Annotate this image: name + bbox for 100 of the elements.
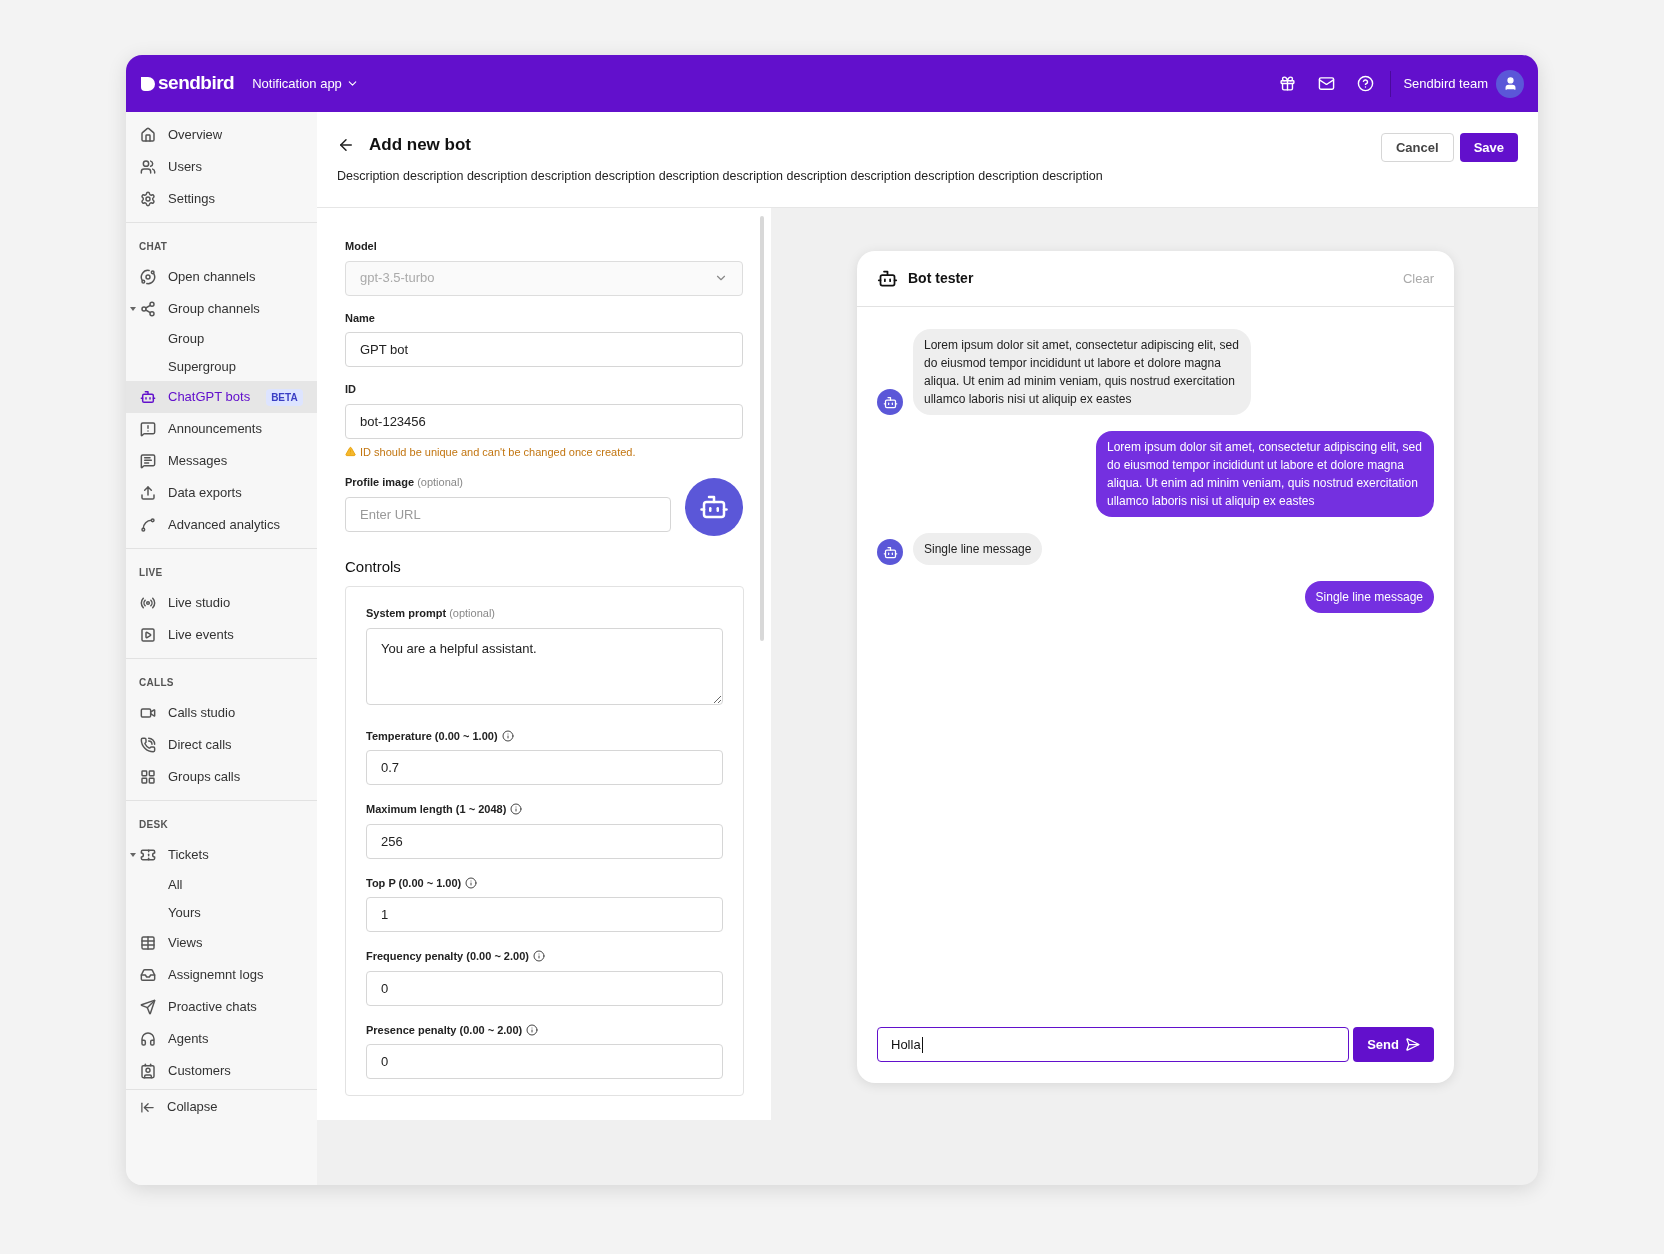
prompt-textarea[interactable]: You are a helpful assistant. [366, 627, 723, 705]
collapse-button[interactable]: Collapse [126, 1090, 317, 1124]
gift-icon[interactable] [1279, 75, 1297, 92]
chart-line-icon [140, 517, 156, 533]
robot-icon [882, 544, 898, 560]
field-label: Temperature (0.00 ~ 1.00) [366, 728, 498, 744]
bot-message: Lorem ipsum dolor sit amet, consectetur adipiscing elit, sed do eiusmod tempor incididunt ut labore et dolore magna aliqua. Ut enim ad minim veniam, quis nostrud exercitation ullamco laboris nisi ut aliquip ex eastes [913, 329, 1251, 415]
gear-icon [140, 191, 156, 207]
sidebar-item[interactable]: Direct calls [126, 729, 317, 761]
robot-icon [140, 389, 156, 405]
user-avatar[interactable] [1496, 69, 1524, 98]
logo-mark-icon [140, 75, 156, 92]
sidebar-item[interactable]: Live events [126, 619, 317, 651]
message-icon [140, 453, 156, 469]
sidebar-item[interactable]: Open channels [126, 261, 317, 293]
inbox-icon [140, 967, 156, 983]
sidebar-item[interactable]: Settings [126, 183, 317, 215]
sidebar-item[interactable]: Overview [126, 119, 317, 151]
logo-text: sendbird [158, 71, 235, 96]
video-camera-icon [140, 705, 156, 721]
beta-badge: BETA [266, 388, 303, 406]
table-icon [140, 935, 156, 951]
field-label: Presence penalty (0.00 ~ 2.00) [366, 1022, 523, 1038]
bot-message: Single line message [913, 533, 1043, 565]
page-description: Description description description description description description description description description description description description [337, 167, 1104, 185]
sidebar-item[interactable]: Messages [126, 445, 317, 477]
text-field[interactable]: 0 [366, 1044, 723, 1079]
card-title: Bot tester [908, 269, 974, 288]
field-label: Model [345, 239, 377, 254]
sidebar-item[interactable]: Calls studio [126, 697, 317, 729]
help-icon[interactable] [1357, 75, 1375, 92]
phone-icon [140, 737, 156, 753]
sidebar-item[interactable]: Agents [126, 1023, 317, 1055]
sidebar-item[interactable]: Proactive chats [126, 991, 317, 1023]
field-label: Top P (0.00 ~ 1.00) [366, 875, 462, 891]
sidebar-item[interactable]: Views [126, 927, 317, 959]
sidebar-item[interactable]: Customers [126, 1055, 317, 1087]
caret-down-icon[interactable] [130, 306, 136, 312]
section-title: Controls [345, 556, 402, 577]
warning-icon [345, 446, 356, 458]
person-icon [1502, 76, 1518, 91]
user-message: Single line message [1304, 581, 1434, 613]
bot-avatar[interactable] [685, 477, 743, 536]
sidebar-item[interactable]: Tickets [126, 839, 317, 871]
headphones-icon [140, 1031, 156, 1047]
sidebar-subitem[interactable]: Supergroup [126, 353, 317, 381]
sidebar-item[interactable]: Advanced analytics [126, 509, 317, 541]
field-label: Profile image (optional) [345, 475, 463, 490]
contact-card-icon [140, 1063, 156, 1079]
scrollbar[interactable] [760, 216, 764, 641]
mail-icon[interactable] [1318, 75, 1336, 92]
text-field[interactable]: GPT bot [345, 332, 743, 367]
robot-icon [882, 394, 898, 410]
section-heading: CHAT [138, 239, 169, 254]
alert-message-icon [140, 421, 156, 437]
section-heading: CALLS [138, 675, 175, 690]
user-name: Sendbird team [1403, 74, 1488, 93]
sidebar-item[interactable]: ChatGPT bots BETA [126, 381, 317, 413]
field-label: Maximum length (1 ~ 2048) [366, 802, 507, 817]
sidebar-item[interactable]: Live studio [126, 587, 317, 619]
grid-icon [140, 769, 156, 785]
nodes-icon [140, 301, 156, 317]
app-switcher[interactable]: Notification app [252, 73, 359, 94]
field-label: Frequency penalty (0.00 ~ 2.00) [366, 949, 529, 964]
text-field[interactable]: 0 [366, 970, 723, 1006]
sidebar-subitem[interactable]: Group [126, 325, 317, 353]
play-icon [140, 627, 156, 643]
section-heading: DESK [138, 817, 169, 832]
sidebar-item[interactable]: Group channels [126, 293, 317, 325]
robot-icon [877, 268, 898, 289]
paper-plane-icon [140, 999, 156, 1015]
field-label: Name [345, 310, 375, 326]
save-button[interactable]: Save [1459, 133, 1518, 162]
section-heading: LIVE [138, 565, 164, 580]
text-field[interactable]: 256 [366, 823, 723, 859]
upload-icon [140, 485, 156, 501]
sidebar-item[interactable]: Assignemnt logs [126, 959, 317, 991]
sidebar-item[interactable]: Users [126, 151, 317, 183]
send-icon [1405, 1037, 1420, 1052]
users-icon [140, 159, 156, 175]
sidebar-item[interactable]: Announcements [126, 413, 317, 445]
sidebar-subitem[interactable]: Yours [126, 899, 317, 927]
url-field[interactable]: Enter URL [345, 496, 671, 532]
sidebar-subitem[interactable]: All [126, 871, 317, 899]
text-field[interactable]: 1 [366, 897, 723, 932]
field-label: ID [345, 382, 356, 397]
warning-text: ID should be unique and can't be changed once created. [360, 444, 636, 460]
message-input[interactable]: Holla [877, 1027, 1350, 1062]
sidebar-item[interactable]: Data exports [126, 477, 317, 509]
send-button[interactable]: Send [1353, 1027, 1434, 1062]
cancel-button[interactable]: Cancel [1381, 133, 1454, 162]
field-label: System prompt (optional) [366, 606, 495, 621]
user-message: Lorem ipsum dolor sit amet, consectetur adipiscing elit, sed do eiusmod tempor incididunt ut labore et dolore magna aliqua. Ut enim ad minim veniam, quis nostrud exercitation ullamco laboris nisi ut aliquip ex eastes [1096, 431, 1434, 517]
sidebar-item[interactable]: Groups calls [126, 761, 317, 793]
page-title: Add new bot [369, 134, 471, 156]
orbit-icon [140, 269, 156, 285]
caret-down-icon[interactable] [130, 852, 136, 858]
text-field[interactable]: bot-123456 [345, 403, 743, 439]
text-field[interactable]: 0.7 [366, 750, 723, 785]
ticket-icon [140, 847, 156, 863]
